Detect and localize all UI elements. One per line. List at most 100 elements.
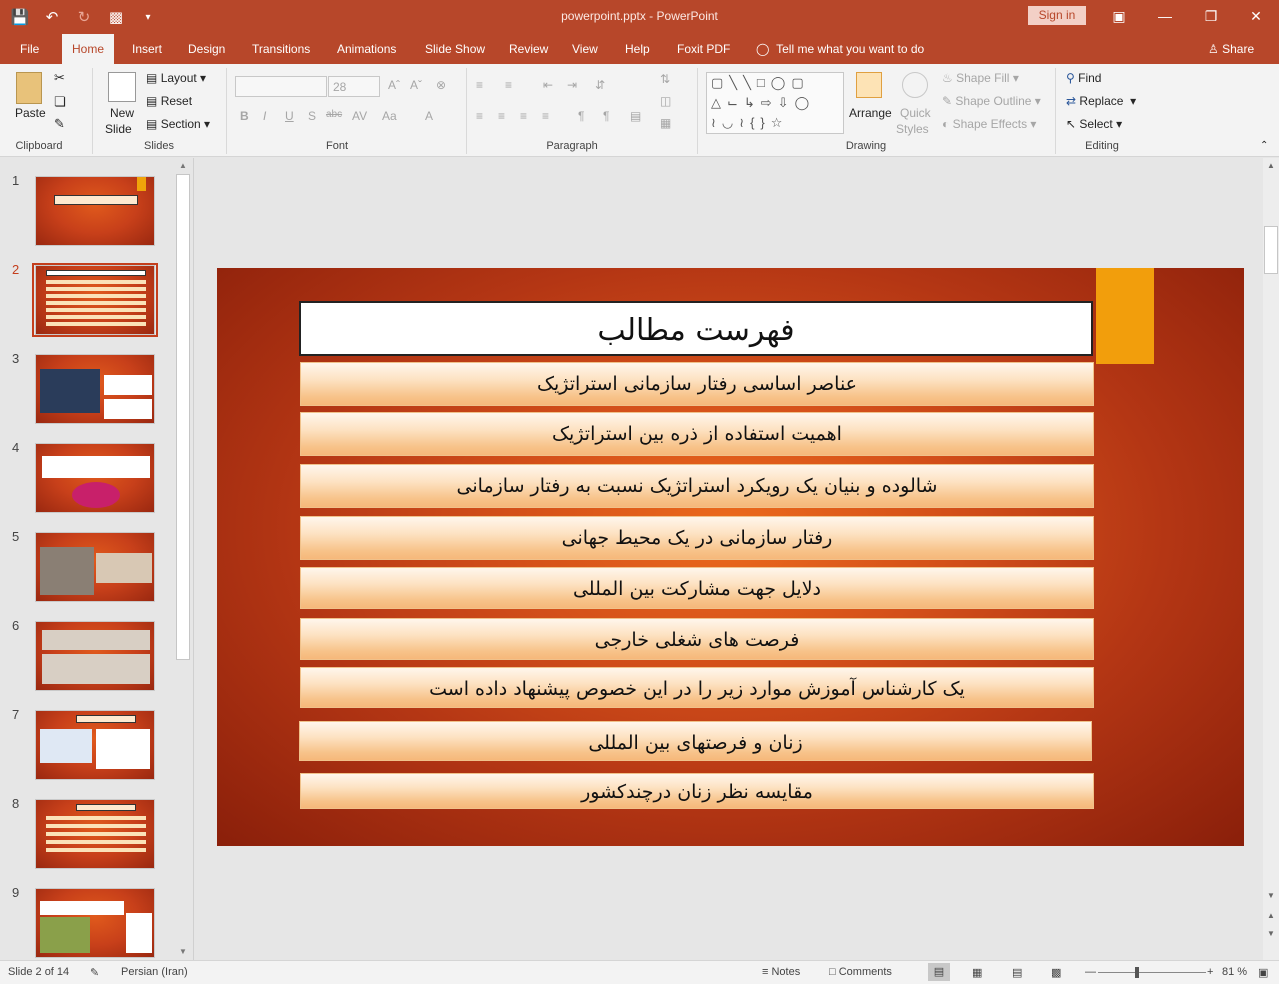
toc-item[interactable]: عناصر اساسی رفتار سازمانی استراتژیک bbox=[300, 362, 1094, 406]
tab-file[interactable]: File bbox=[20, 34, 39, 64]
rtl-icon[interactable]: ¶ bbox=[603, 109, 609, 123]
slide-thumbnail-3[interactable] bbox=[35, 354, 155, 424]
numbering-icon[interactable]: ≡ bbox=[505, 78, 512, 92]
smartart-icon[interactable]: ▦ bbox=[660, 116, 671, 130]
main-scrollbar[interactable]: ▲ ▼ ▲ ▼ bbox=[1263, 158, 1279, 960]
columns-icon[interactable]: ▤ bbox=[630, 109, 641, 123]
section-button[interactable]: ▤ Section ▾ bbox=[146, 117, 210, 131]
strikethrough-icon[interactable]: abc bbox=[326, 109, 342, 120]
clear-formatting-icon[interactable]: ⊗ bbox=[436, 78, 446, 92]
shrink-font-icon[interactable]: Aˇ bbox=[410, 78, 422, 92]
arrange-icon[interactable] bbox=[856, 72, 882, 98]
spell-check-icon[interactable]: ✎ bbox=[90, 966, 99, 979]
layout-button[interactable]: ▤ Layout ▾ bbox=[146, 71, 206, 85]
decrease-indent-icon[interactable]: ⇤ bbox=[543, 78, 553, 92]
align-left-icon[interactable]: ≡ bbox=[476, 109, 483, 123]
ltr-icon[interactable]: ¶ bbox=[578, 109, 584, 123]
share-button[interactable]: ♙ Share bbox=[1208, 34, 1254, 64]
slide-show-icon[interactable]: ▩ bbox=[1051, 966, 1061, 979]
paste-button[interactable]: Paste bbox=[15, 106, 46, 120]
font-color-icon[interactable]: A bbox=[425, 109, 433, 123]
arrange-button[interactable]: Arrange bbox=[849, 106, 892, 120]
scroll-down-icon[interactable]: ▼ bbox=[1263, 888, 1279, 904]
close-icon[interactable]: ✕ bbox=[1233, 0, 1279, 34]
shape-effects-button[interactable]: ◐ Shape Effects ▾ bbox=[942, 117, 1036, 131]
restore-icon[interactable]: ❐ bbox=[1188, 0, 1234, 34]
slide-thumbnail-7[interactable] bbox=[35, 710, 155, 780]
font-size-select[interactable]: 28 bbox=[328, 76, 380, 97]
next-slide-icon[interactable]: ▼ bbox=[1263, 926, 1279, 942]
toc-item[interactable]: دلایل جهت مشارکت بین المللی bbox=[300, 567, 1094, 609]
change-case-icon[interactable]: Aa bbox=[382, 109, 397, 123]
comments-button[interactable]: □ Comments bbox=[829, 966, 892, 978]
previous-slide-icon[interactable]: ▲ bbox=[1263, 908, 1279, 924]
new-slide-label-2[interactable]: Slide bbox=[105, 122, 132, 136]
line-spacing-icon[interactable]: ⇵ bbox=[595, 78, 605, 92]
align-right-icon[interactable]: ≡ bbox=[520, 109, 527, 123]
toc-item[interactable]: اهمیت استفاده از ذره بین استراتژیک bbox=[300, 412, 1094, 456]
slide-title-box[interactable]: فهرست مطالب bbox=[299, 301, 1093, 356]
zoom-level[interactable]: 81 % bbox=[1222, 966, 1247, 978]
new-slide-label-1[interactable]: New bbox=[110, 106, 134, 120]
zoom-slider-thumb[interactable] bbox=[1135, 967, 1139, 978]
slide-thumbnail-9[interactable] bbox=[35, 888, 155, 958]
slide-thumbnail-8[interactable] bbox=[35, 799, 155, 869]
quick-styles-label-1[interactable]: Quick bbox=[900, 106, 931, 120]
tab-insert[interactable]: Insert bbox=[132, 34, 162, 64]
minimize-icon[interactable]: — bbox=[1142, 0, 1188, 34]
grow-font-icon[interactable]: Aˆ bbox=[388, 78, 400, 92]
zoom-slider[interactable] bbox=[1098, 972, 1206, 973]
slide-thumbnail-5[interactable] bbox=[35, 532, 155, 602]
thumbnail-scrollbar[interactable]: ▲ ▼ bbox=[175, 158, 191, 960]
slide-sorter-icon[interactable]: ▦ bbox=[972, 966, 982, 979]
shapes-gallery[interactable]: ▢╲╲□◯▢ △⌙↳⇨⇩◯ ≀◡≀{}☆ bbox=[706, 72, 844, 134]
tab-review[interactable]: Review bbox=[509, 34, 548, 64]
slide-thumbnail-1[interactable] bbox=[35, 176, 155, 246]
normal-view-icon[interactable]: ▤ bbox=[928, 963, 950, 981]
scroll-up-icon[interactable]: ▲ bbox=[1263, 158, 1279, 174]
shadow-icon[interactable]: S bbox=[308, 109, 316, 123]
scrollbar-thumb[interactable] bbox=[176, 174, 190, 660]
tab-transitions[interactable]: Transitions bbox=[252, 34, 310, 64]
quick-styles-icon[interactable] bbox=[902, 72, 928, 98]
slide-thumbnail-6[interactable] bbox=[35, 621, 155, 691]
fit-slide-icon[interactable]: ▣ bbox=[1258, 966, 1268, 979]
tab-slide-show[interactable]: Slide Show bbox=[425, 34, 485, 64]
slide-thumbnail-2[interactable] bbox=[35, 265, 155, 335]
underline-icon[interactable]: U bbox=[285, 109, 294, 123]
find-button[interactable]: ⚲ Find bbox=[1066, 71, 1101, 85]
zoom-in-icon[interactable]: + bbox=[1207, 966, 1213, 978]
font-name-select[interactable] bbox=[235, 76, 327, 97]
reset-button[interactable]: ▤ Reset bbox=[146, 94, 192, 108]
toc-item[interactable]: فرصت های شغلی خارجی bbox=[300, 618, 1094, 660]
scroll-up-icon[interactable]: ▲ bbox=[175, 158, 191, 174]
tab-animations[interactable]: Animations bbox=[337, 34, 396, 64]
tab-home[interactable]: Home bbox=[62, 34, 115, 64]
toc-item[interactable]: رفتار سازمانی در یک محیط جهانی bbox=[300, 516, 1094, 560]
paste-icon[interactable] bbox=[16, 72, 42, 104]
new-slide-icon[interactable] bbox=[108, 72, 136, 102]
shape-fill-button[interactable]: ♨ Shape Fill ▾ bbox=[942, 71, 1019, 85]
replace-button[interactable]: ⇄ Replace ▾ bbox=[1066, 94, 1136, 108]
align-text-icon[interactable]: ◫ bbox=[660, 94, 671, 108]
slide-thumbnail-4[interactable] bbox=[35, 443, 155, 513]
tab-foxit-pdf[interactable]: Foxit PDF bbox=[677, 34, 730, 64]
scrollbar-thumb[interactable] bbox=[1264, 226, 1278, 274]
bullets-icon[interactable]: ≡ bbox=[476, 78, 483, 92]
tab-help[interactable]: Help bbox=[625, 34, 650, 64]
scroll-down-icon[interactable]: ▼ bbox=[175, 944, 191, 960]
bold-icon[interactable]: B bbox=[240, 109, 249, 123]
sign-in-button[interactable]: Sign in bbox=[1028, 6, 1086, 25]
notes-button[interactable]: ≡ Notes bbox=[762, 966, 800, 978]
shape-outline-button[interactable]: ✎ Shape Outline ▾ bbox=[942, 94, 1041, 108]
increase-indent-icon[interactable]: ⇥ bbox=[567, 78, 577, 92]
reading-view-icon[interactable]: ▤ bbox=[1012, 966, 1022, 979]
tab-view[interactable]: View bbox=[572, 34, 598, 64]
cut-icon[interactable]: ✂ bbox=[54, 70, 65, 86]
align-center-icon[interactable]: ≡ bbox=[498, 109, 505, 123]
tell-me-box[interactable]: ◯ Tell me what you want to do bbox=[756, 34, 924, 64]
quick-styles-label-2[interactable]: Styles bbox=[896, 122, 929, 136]
collapse-ribbon-icon[interactable]: ⌃ bbox=[1260, 140, 1268, 151]
copy-icon[interactable]: ❏ bbox=[54, 94, 66, 110]
slide-canvas[interactable]: فهرست مطالب عناصر اساسی رفتار سازمانی اس… bbox=[217, 268, 1244, 846]
